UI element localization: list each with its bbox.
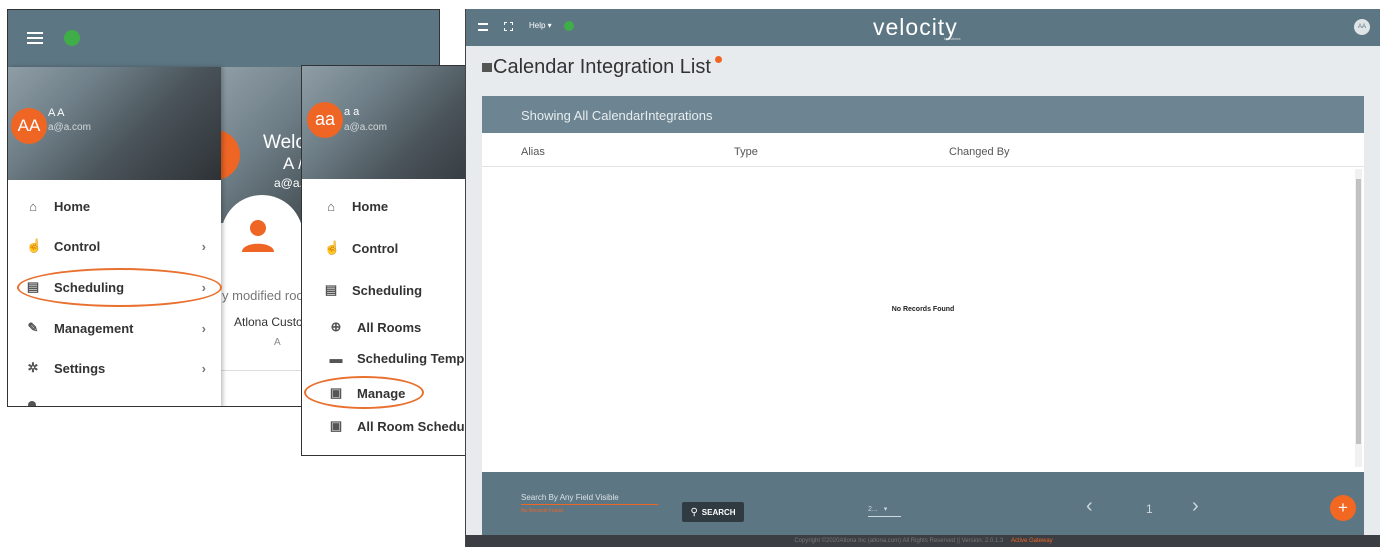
user-name: A A: [48, 107, 65, 119]
fullscreen-icon[interactable]: [504, 22, 513, 31]
empty-state-text: No Records Found: [891, 306, 955, 313]
person-icon: [242, 220, 274, 252]
sidebar-item-label: Control: [352, 240, 399, 256]
submenu-item-label: All Room Schedule: [357, 418, 476, 434]
column-header-changed-by[interactable]: Changed By: [949, 146, 1010, 158]
calendar-icon: ▤: [324, 282, 338, 297]
page-size-select[interactable]: 2... ▾: [868, 505, 901, 517]
sidebar-item-label: Control: [54, 238, 101, 254]
copyright-bar: Copyright ©2020Atlona Inc (atlona.com) A…: [466, 535, 1380, 547]
sidebar-item-label: Home: [352, 199, 389, 214]
globe-grid-icon: ⊕: [330, 319, 342, 334]
grid-footer: Search By Any Field Visible No Records F…: [482, 472, 1364, 536]
sidebar-item-label: Management: [54, 320, 134, 336]
scrollbar-track[interactable]: [1355, 169, 1362, 467]
grid-title: Showing All CalendarIntegrations: [521, 108, 713, 123]
help-menu[interactable]: Help ▾: [529, 21, 552, 30]
sidebar-item-home[interactable]: ⌂ Home: [26, 199, 206, 214]
search-button[interactable]: ⚲ SEARCH: [682, 502, 744, 522]
scrollbar-thumb[interactable]: [1356, 179, 1361, 444]
hamburger-menu-icon[interactable]: [27, 32, 43, 44]
wrench-icon: ✎: [27, 320, 39, 335]
home-icon: ⌂: [29, 199, 37, 214]
template-icon: ▬: [329, 351, 343, 366]
help-badge-icon[interactable]: [715, 56, 722, 63]
chevron-right-icon: ›: [201, 360, 206, 376]
welcome-name: A /: [283, 154, 303, 173]
page-size-value: 2...: [868, 506, 878, 513]
app-bar: Help ▾ velocity by Atlona AA: [466, 9, 1380, 46]
column-header-type[interactable]: Type: [734, 146, 758, 158]
highlight-circle-manage: [304, 376, 424, 409]
sidebar-item-control[interactable]: ☝ Control ›: [26, 238, 206, 254]
profile-circle: [221, 195, 303, 277]
sidebar-item-label: Home: [54, 199, 91, 214]
home-icon: ⌂: [327, 199, 335, 214]
highlight-circle-scheduling: [17, 268, 222, 307]
chevron-right-icon: ›: [201, 238, 206, 254]
user-email: a@a.com: [48, 122, 91, 133]
data-grid: Showing All CalendarIntegrations Alias T…: [482, 96, 1364, 536]
sidebar-drawer: AA A A a@a.com ⌂ Home ☝ Control › ▤ Sche…: [8, 67, 221, 406]
caret-down-icon: ▾: [883, 506, 888, 513]
gear-icon: ✲: [27, 360, 39, 375]
search-button-label: SEARCH: [701, 507, 736, 517]
search-input[interactable]: Search By Any Field Visible: [521, 493, 619, 502]
active-gateway-link[interactable]: Active Gateway: [1011, 538, 1053, 544]
column-header-alias[interactable]: Alias: [521, 146, 545, 158]
add-fab-button[interactable]: +: [1330, 495, 1356, 521]
copyright-text: Copyright ©2020Atlona Inc (atlona.com) A…: [794, 538, 1004, 544]
page-number[interactable]: 1: [1146, 502, 1153, 516]
grid-header: Showing All CalendarIntegrations: [482, 96, 1364, 133]
top-bar: [8, 10, 439, 67]
globe-icon[interactable]: [64, 30, 80, 46]
brand-subtitle: by Atlona: [944, 36, 961, 41]
search-icon: ⚲: [690, 506, 698, 518]
welcome-text: Welc: [263, 132, 305, 153]
sidebar-item-label: Scheduling: [352, 282, 423, 298]
hamburger-menu-icon[interactable]: [478, 23, 488, 31]
next-page-button[interactable]: ›: [1192, 495, 1199, 518]
user-avatar[interactable]: AA: [1354, 19, 1370, 35]
chevron-right-icon: ›: [201, 320, 206, 336]
user-email: a@a.com: [344, 122, 387, 133]
globe-icon[interactable]: [564, 21, 574, 31]
search-error-text: No Records Found: [521, 508, 563, 514]
folder-icon: [482, 63, 492, 72]
submenu-item-label: All Rooms: [357, 319, 422, 335]
calendar-check-icon: ▣: [329, 418, 343, 433]
prev-page-button[interactable]: ‹: [1086, 495, 1093, 518]
user-avatar[interactable]: AA: [11, 108, 47, 144]
truncated-menu-icon: [28, 401, 36, 406]
search-input-underline: [521, 504, 658, 505]
sidebar-item-label: Settings: [54, 360, 106, 376]
org-name: Atlona Custo: [234, 315, 303, 329]
header-divider: [482, 166, 1364, 167]
panel-c-calendar-integration-page: Help ▾ velocity by Atlona AA Calendar In…: [465, 9, 1380, 547]
sidebar-item-settings[interactable]: ✲ Settings ›: [26, 360, 206, 376]
sidebar-item-management[interactable]: ✎ Management ›: [26, 320, 206, 336]
user-name: a a: [344, 106, 360, 118]
page-title: Calendar Integration List: [493, 56, 711, 78]
hand-pointer-icon: ☝: [26, 238, 43, 253]
hand-pointer-icon: ☝: [324, 240, 341, 255]
org-initial: A: [274, 337, 281, 348]
user-avatar[interactable]: aa: [307, 102, 343, 138]
